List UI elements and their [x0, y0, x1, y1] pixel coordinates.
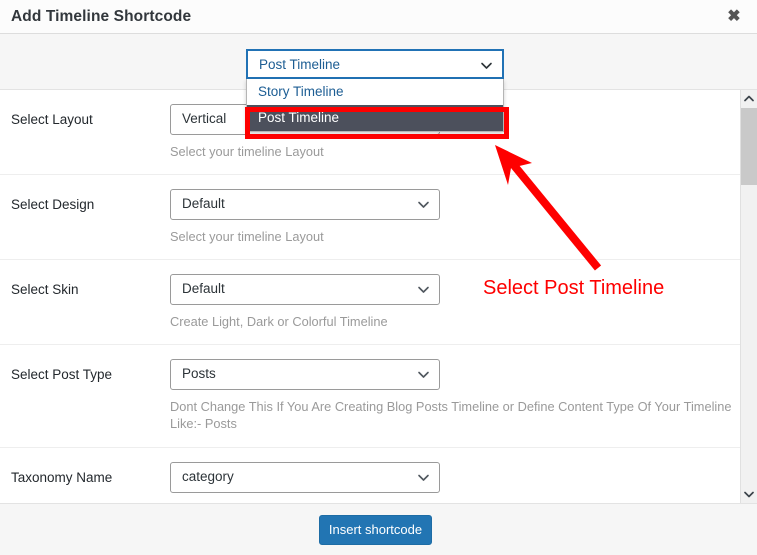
timeline-type-selected-value: Post Timeline	[259, 57, 341, 72]
timeline-type-option-list: Story Timeline Post Timeline	[246, 79, 504, 132]
modal-titlebar: Add Timeline Shortcode ✖	[0, 0, 757, 34]
modal-footer: Insert shortcode	[0, 503, 757, 555]
row-label: Taxonomy Name	[11, 470, 113, 485]
row-label: Select Post Type	[11, 367, 113, 382]
form-row-taxonomy-name: Taxonomy Name category	[0, 448, 757, 503]
scroll-down-icon[interactable]	[741, 486, 757, 503]
form-row-select-post-type: Select Post Type Posts Dont Change This …	[0, 345, 757, 448]
select-skin-value: Default	[182, 281, 225, 296]
row-help-text: Select your timeline Layout	[170, 144, 324, 159]
taxonomy-name-value: category	[182, 469, 234, 484]
scroll-up-icon[interactable]	[741, 90, 757, 107]
chevron-down-icon	[417, 368, 430, 381]
chevron-down-icon	[417, 283, 430, 296]
row-help-text: Dont Change This If You Are Creating Blo…	[170, 399, 732, 431]
select-design-dropdown[interactable]: Default	[170, 189, 440, 220]
insert-shortcode-button[interactable]: Insert shortcode	[319, 515, 432, 545]
vertical-scrollbar[interactable]	[740, 90, 757, 503]
row-help-text: Create Light, Dark or Colorful Timeline	[170, 314, 388, 329]
select-skin-dropdown[interactable]: Default	[170, 274, 440, 305]
chevron-down-icon	[480, 59, 493, 72]
add-timeline-shortcode-modal: Add Timeline Shortcode ✖ Select Layout V…	[0, 0, 757, 555]
select-post-type-value: Posts	[182, 366, 216, 381]
timeline-type-dropdown[interactable]: Post Timeline Story Timeline Post Timeli…	[246, 49, 504, 132]
chevron-down-icon	[417, 198, 430, 211]
scrollbar-thumb[interactable]	[741, 108, 757, 185]
annotation-label: Select Post Timeline	[483, 277, 665, 299]
row-help-text: Select your timeline Layout	[170, 229, 324, 244]
taxonomy-name-dropdown[interactable]: category	[170, 462, 440, 493]
chevron-down-icon	[417, 471, 430, 484]
form-row-select-skin: Select Skin Default Create Light, Dark o…	[0, 260, 757, 345]
page-title: Add Timeline Shortcode	[11, 8, 192, 25]
dropdown-option-story-timeline[interactable]: Story Timeline	[247, 79, 503, 105]
dropdown-option-post-timeline[interactable]: Post Timeline	[247, 105, 503, 131]
timeline-type-dropdown-head[interactable]: Post Timeline	[246, 49, 504, 79]
row-label: Select Design	[11, 197, 95, 212]
select-design-value: Default	[182, 196, 225, 211]
form-row-select-design: Select Design Default Select your timeli…	[0, 175, 757, 260]
select-post-type-dropdown[interactable]: Posts	[170, 359, 440, 390]
row-label: Select Layout	[11, 112, 93, 127]
select-layout-value: Vertical	[182, 111, 227, 126]
row-label: Select Skin	[11, 282, 79, 297]
close-icon[interactable]: ✖	[723, 7, 745, 29]
